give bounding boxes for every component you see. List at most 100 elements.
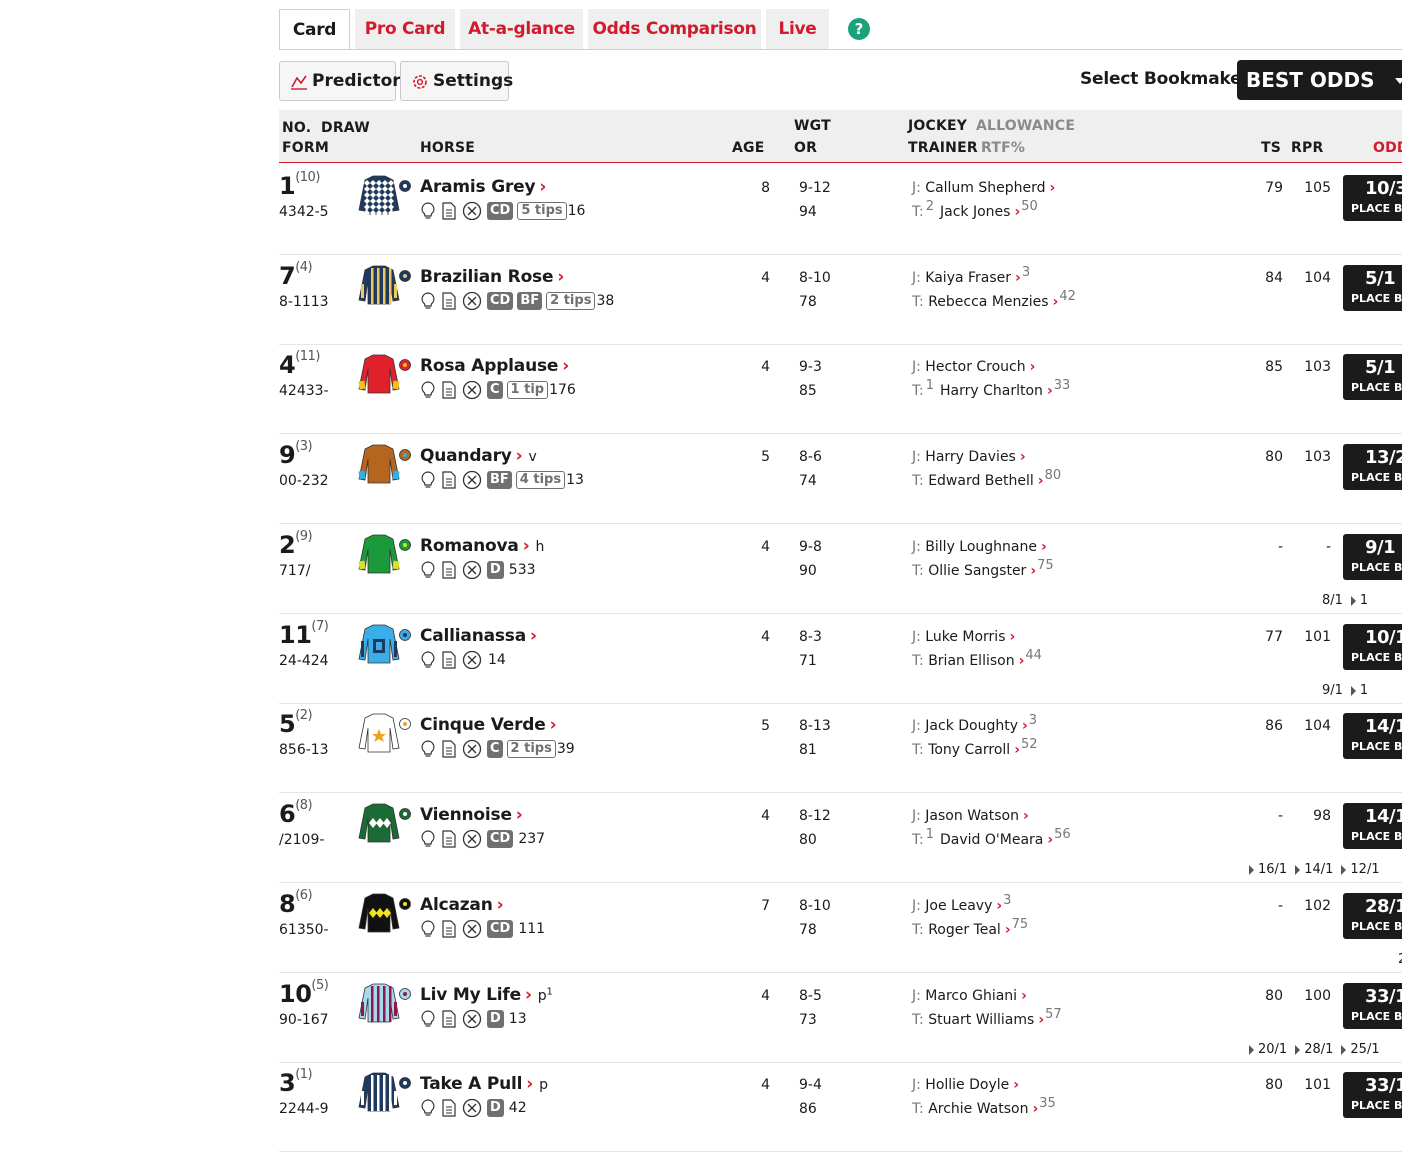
jockey-name[interactable]: Callum Shepherd <box>925 180 1045 196</box>
lightbulb-icon[interactable] <box>420 1008 441 1027</box>
tab-live[interactable]: Live <box>766 9 829 49</box>
document-icon[interactable] <box>441 828 462 848</box>
close-circle-icon[interactable] <box>462 1097 487 1117</box>
horse-name-link[interactable]: Brazilian Rose › <box>420 267 564 287</box>
lightbulb-icon[interactable] <box>420 200 441 219</box>
trainer-name[interactable]: Brian Ellison <box>928 653 1014 669</box>
document-icon[interactable] <box>441 918 462 938</box>
close-circle-icon[interactable] <box>462 828 487 848</box>
tab-pro-card[interactable]: Pro Card <box>355 9 455 49</box>
jockey-name[interactable]: Joe Leavy <box>925 898 992 914</box>
trainer-name[interactable]: Archie Watson <box>928 1101 1028 1117</box>
horse-name-link[interactable]: Viennoise › <box>420 805 523 825</box>
odds-button[interactable]: 10/3 PLACE B <box>1343 175 1402 221</box>
horse-age: 4 <box>761 988 770 1004</box>
document-icon[interactable] <box>441 1008 462 1028</box>
close-circle-icon[interactable] <box>462 1008 487 1028</box>
jockey-name[interactable]: Kaiya Fraser <box>925 270 1011 286</box>
jockey-name[interactable]: Jason Watson <box>925 808 1019 824</box>
document-icon[interactable] <box>441 559 462 579</box>
chevron-right-icon: › <box>1019 449 1026 465</box>
bookmaker-select[interactable]: BEST ODDS <box>1237 60 1402 100</box>
header-allowance: ALLOWANCE <box>976 118 1076 134</box>
jockey-name[interactable]: Hector Crouch <box>925 359 1025 375</box>
question-circle-icon[interactable]: ? <box>848 18 870 40</box>
horse-name-link[interactable]: Quandary › v <box>420 446 537 466</box>
jockey-name[interactable]: Harry Davies <box>925 449 1016 465</box>
trainer-name[interactable]: David O'Meara <box>940 832 1043 848</box>
jockey-name[interactable]: Luke Morris <box>925 629 1005 645</box>
odds-button[interactable]: 14/1 PLACE B <box>1343 713 1402 759</box>
tips-badge[interactable]: 2 tips <box>506 739 556 758</box>
tab-odds-comparison[interactable]: Odds Comparison <box>588 9 761 49</box>
odds-button[interactable]: 5/1 PLACE B <box>1343 354 1402 400</box>
lightbulb-icon[interactable] <box>420 918 441 937</box>
horse-name-link[interactable]: Rosa Applause › <box>420 356 569 376</box>
trainer-name[interactable]: Stuart Williams <box>928 1012 1034 1028</box>
close-circle-icon[interactable] <box>462 738 487 758</box>
document-icon[interactable] <box>441 200 462 220</box>
topspeed-rating: 80 <box>1265 988 1283 1004</box>
lightbulb-icon[interactable] <box>420 379 441 398</box>
form-figures: 24-424 <box>279 653 329 669</box>
document-icon[interactable] <box>441 379 462 399</box>
odds-button[interactable]: 10/1 PLACE B <box>1343 624 1402 670</box>
odds-button[interactable]: 13/2 PLACE B <box>1343 444 1402 490</box>
horse-icons: CD BF 2 tips 38 <box>420 290 614 310</box>
tab-card[interactable]: Card <box>279 9 350 50</box>
lightbulb-icon[interactable] <box>420 738 441 757</box>
trainer-name[interactable]: Ollie Sangster <box>928 563 1026 579</box>
jockey-name[interactable]: Marco Ghiani <box>925 988 1017 1004</box>
odds-button[interactable]: 9/1 PLACE B <box>1343 534 1402 580</box>
close-circle-icon[interactable] <box>462 379 487 399</box>
tips-badge[interactable]: 1 tip <box>506 380 549 399</box>
saddle-cloth-number: 7 <box>279 262 296 290</box>
tips-badge[interactable]: 4 tips <box>515 470 566 489</box>
lightbulb-icon[interactable] <box>420 1097 441 1116</box>
close-circle-icon[interactable] <box>462 918 487 938</box>
odds-button[interactable]: 33/1 PLACE B <box>1343 1072 1402 1118</box>
horse-name-link[interactable]: Cinque Verde › <box>420 715 557 735</box>
horse-name-link[interactable]: Romanova › h <box>420 536 544 556</box>
close-circle-icon[interactable] <box>462 469 487 489</box>
close-circle-icon[interactable] <box>462 290 487 310</box>
tips-badge[interactable]: 5 tips <box>517 201 567 220</box>
horse-name-link[interactable]: Liv My Life › p1 <box>420 985 553 1005</box>
jockey-name[interactable]: Jack Doughty <box>925 718 1018 734</box>
odds-button[interactable]: 28/1 PLACE B <box>1343 893 1402 939</box>
horse-name-link[interactable]: Callianassa › <box>420 626 537 646</box>
weight: 9-3 <box>799 359 822 375</box>
document-icon[interactable] <box>441 649 462 669</box>
document-icon[interactable] <box>441 290 462 310</box>
odds-button[interactable]: 5/1 PLACE B <box>1343 265 1402 311</box>
trainer-name[interactable]: Harry Charlton <box>940 383 1043 399</box>
tab-at-a-glance[interactable]: At-a-glance <box>460 9 583 49</box>
predictor-button[interactable]: Predictor <box>279 61 401 101</box>
odds-button[interactable]: 14/1 PLACE B <box>1343 803 1402 849</box>
odds-button[interactable]: 33/1 PLACE B <box>1343 983 1402 1029</box>
close-circle-icon[interactable] <box>462 559 487 579</box>
document-icon[interactable] <box>441 469 462 489</box>
close-circle-icon[interactable] <box>462 200 487 220</box>
place-bet-label: PLACE B <box>1351 830 1402 843</box>
lightbulb-icon[interactable] <box>420 559 441 578</box>
jockey-name[interactable]: Hollie Doyle <box>925 1077 1009 1093</box>
horse-name-link[interactable]: Take A Pull › p <box>420 1074 548 1094</box>
lightbulb-icon[interactable] <box>420 828 441 847</box>
trainer-name[interactable]: Jack Jones <box>940 204 1010 220</box>
trainer-name[interactable]: Edward Bethell <box>928 473 1034 489</box>
document-icon[interactable] <box>441 1097 462 1117</box>
lightbulb-icon[interactable] <box>420 649 441 668</box>
jockey-name[interactable]: Billy Loughnane <box>925 539 1037 555</box>
document-icon[interactable] <box>441 738 462 758</box>
trainer-name[interactable]: Rebecca Menzies <box>928 294 1048 310</box>
lightbulb-icon[interactable] <box>420 469 441 488</box>
horse-name-link[interactable]: Alcazan › <box>420 895 504 915</box>
settings-button[interactable]: Settings <box>400 61 513 101</box>
close-circle-icon[interactable] <box>462 649 487 669</box>
tips-badge[interactable]: 2 tips <box>546 291 596 310</box>
trainer-name[interactable]: Roger Teal <box>928 922 1001 938</box>
lightbulb-icon[interactable] <box>420 290 441 309</box>
horse-name-link[interactable]: Aramis Grey › <box>420 177 546 197</box>
trainer-name[interactable]: Tony Carroll <box>928 742 1010 758</box>
